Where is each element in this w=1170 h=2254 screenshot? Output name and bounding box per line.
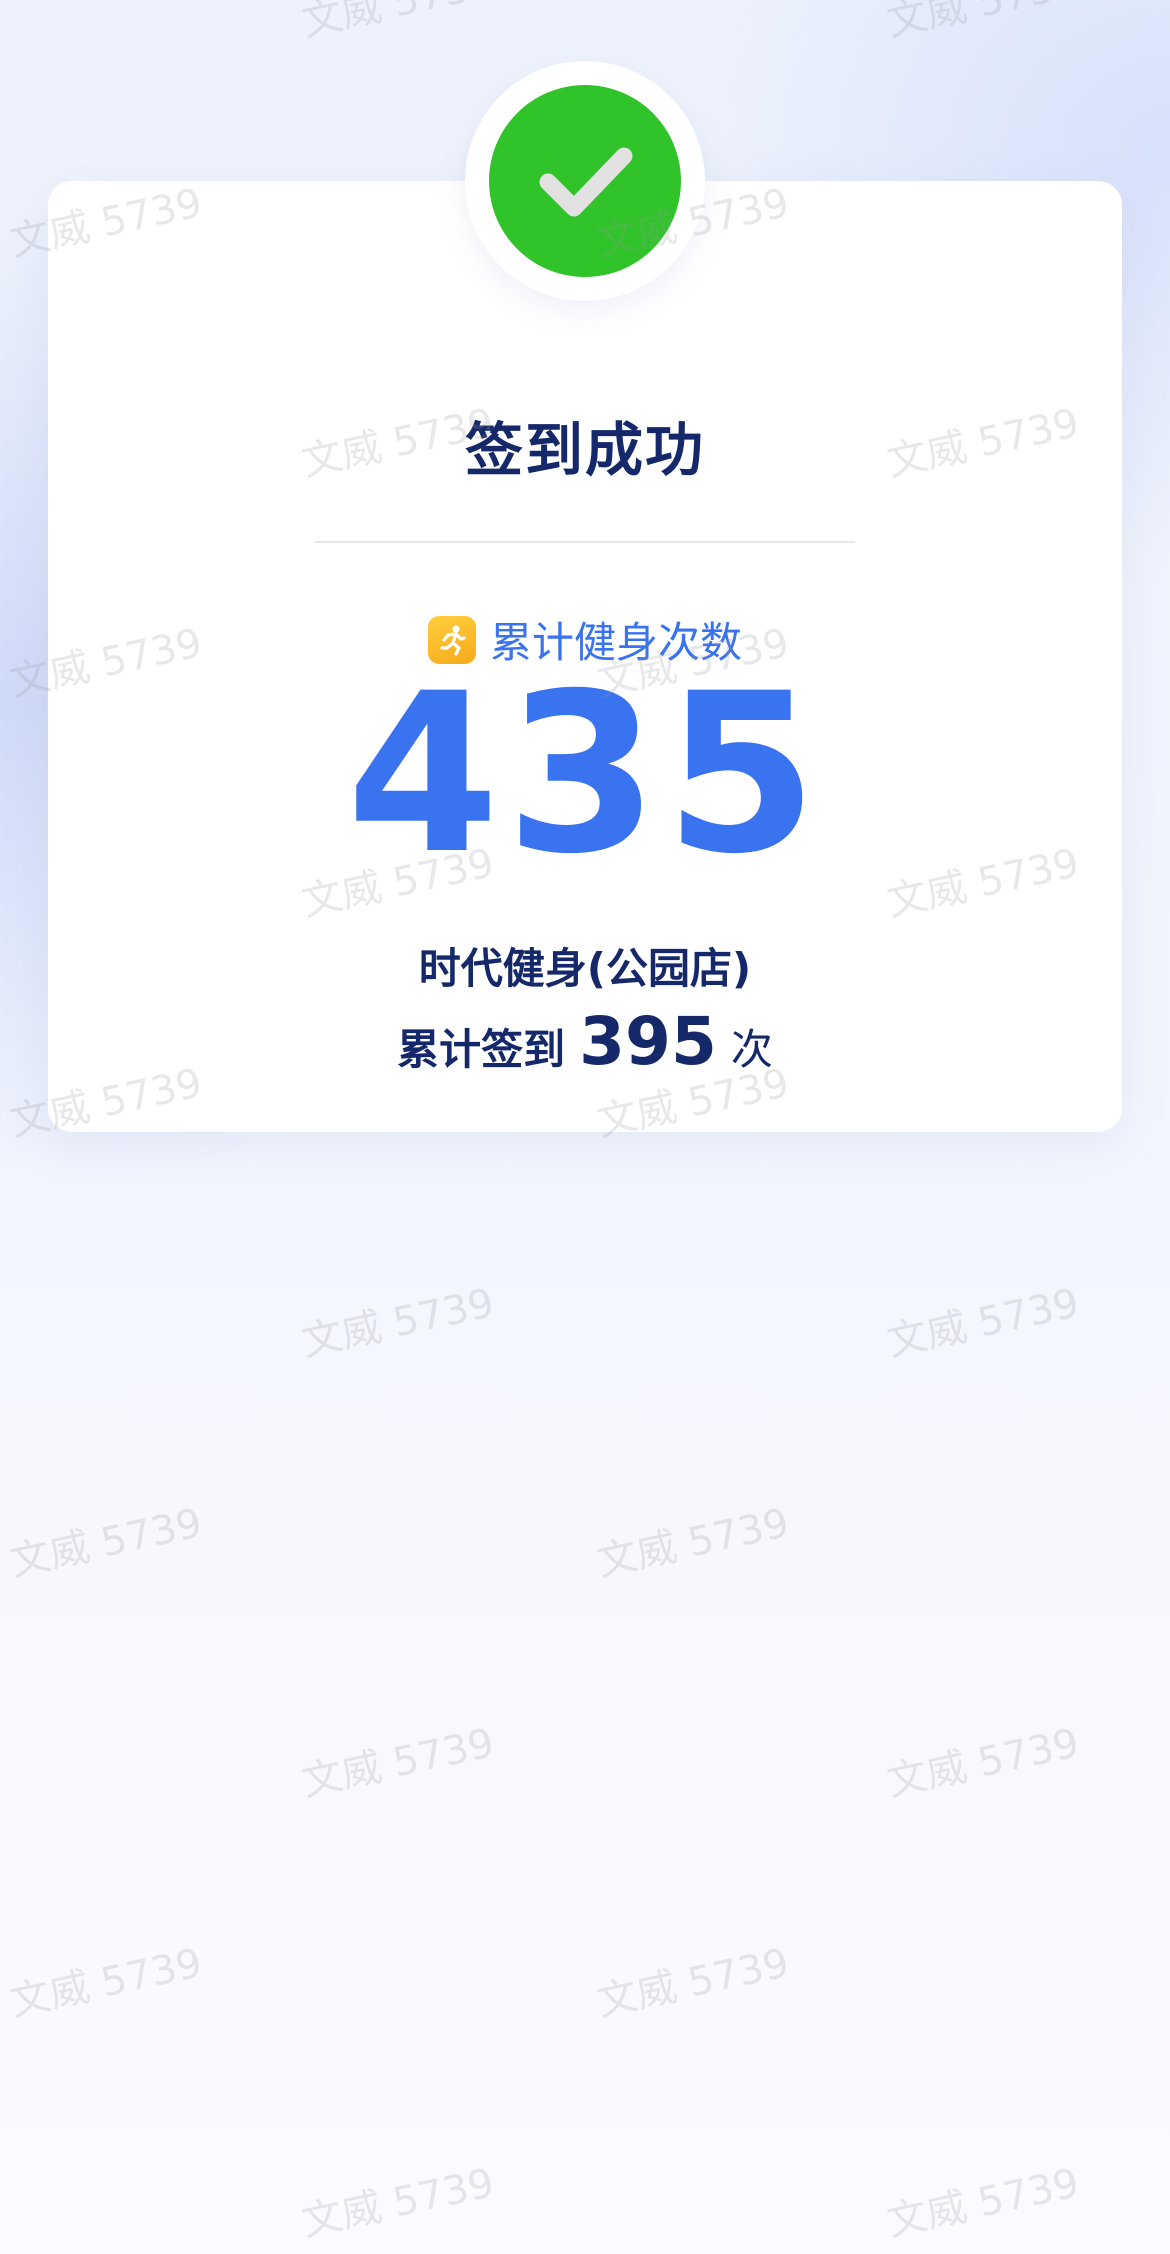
checkin-result-card: 签到成功 累计健身次数 435 时代健身(公园店) 累计签到 395 次 (48, 181, 1122, 1132)
success-circle (489, 85, 681, 277)
watermark: 文威 5739 (298, 2160, 499, 2246)
watermark: 文威 5739 (593, 1940, 794, 2026)
success-badge (465, 61, 705, 301)
checkin-summary: 累计签到 395 次 (48, 1003, 1122, 1080)
watermark: 文威 5739 (883, 1280, 1084, 1366)
watermark: 文威 5739 (593, 1500, 794, 1586)
divider (315, 541, 855, 543)
watermark: 文威 5739 (298, 1280, 499, 1366)
watermark: 文威 5739 (883, 0, 1084, 46)
watermark: 文威 5739 (883, 2160, 1084, 2246)
watermark: 文威 5739 (883, 1720, 1084, 1806)
watermark: 文威 5739 (6, 1940, 207, 2026)
watermark: 文威 5739 (298, 0, 499, 46)
check-icon (539, 147, 633, 217)
checkin-prefix: 累计签到 (397, 1025, 566, 1074)
checkin-suffix: 次 (730, 1025, 773, 1074)
store-name: 时代健身(公园店) (418, 944, 752, 993)
watermark: 文威 5739 (6, 1500, 207, 1586)
checkin-count: 395 (579, 1003, 717, 1080)
page-title: 签到成功 (464, 416, 705, 484)
watermark: 文威 5739 (298, 1720, 499, 1806)
total-workouts-value: 435 (346, 646, 824, 902)
